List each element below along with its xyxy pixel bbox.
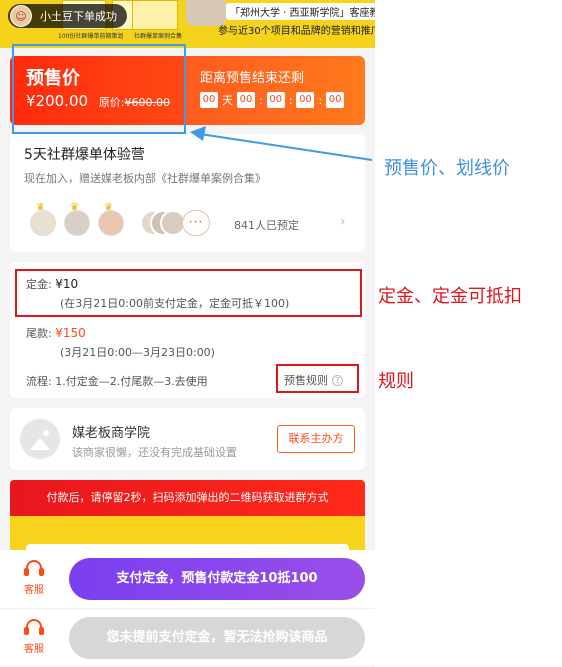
bottom-action-bar-disabled: 客服 您未提前支付定金，暂无法抢购该商品 (0, 608, 375, 666)
merchant-logo-icon (20, 419, 60, 459)
banner-tagline: 「郑州大学 · 西亚斯学院」客座教授 (226, 3, 375, 20)
bottom-action-bar: 客服 支付定金，预售付款定金10抵100 (0, 550, 375, 608)
countdown-sep: : (318, 93, 323, 107)
buyer-avatar (64, 210, 90, 236)
book-caption: 100份社群爆单前期策划 (58, 33, 124, 40)
contact-organizer-button[interactable]: 联系主办方 (277, 425, 355, 453)
customer-service-button[interactable]: 客服 (12, 619, 56, 655)
booked-count[interactable]: 841人已预定 (234, 217, 299, 233)
countdown-sep: : (259, 93, 263, 107)
countdown-title: 距离预售结束还剩 (200, 71, 305, 86)
more-buyers-button[interactable]: ··· (182, 210, 210, 236)
annotation-arrow-icon (190, 126, 373, 161)
countdown-sep: : (288, 93, 293, 107)
balance-note: (3月21日0:00—3月23日0:00) (60, 346, 215, 359)
toast-text: 小土豆下单成功 (40, 10, 117, 23)
countdown-hours: 00 (237, 92, 255, 108)
presale-highlight-box (12, 44, 186, 134)
book-caption: 社群爆单案例合集 (134, 33, 183, 40)
balance-amount: ¥150 (55, 326, 86, 340)
deposit-highlight-box (15, 269, 362, 317)
customer-service-label: 客服 (24, 585, 44, 596)
book-image (132, 0, 178, 30)
customer-service-button[interactable]: 客服 (12, 560, 56, 596)
merchant-name: 媒老板商学院 (72, 426, 151, 441)
rules-highlight-box (276, 364, 359, 393)
chevron-right-icon[interactable]: › (340, 214, 346, 230)
pay-deposit-button[interactable]: 支付定金，预售付款定金10抵100 (69, 558, 365, 600)
countdown-day-unit: 天 (222, 94, 233, 107)
balance-row: 尾款: ¥150 (26, 325, 86, 341)
countdown-days: 00 (200, 92, 218, 108)
buyer-avatar: ☺ (10, 5, 32, 27)
headset-icon (24, 560, 44, 578)
countdown-minutes: 00 (266, 92, 285, 108)
countdown-timer: 00 天 00 : 00 : 00 : 00 (200, 92, 345, 108)
merchant-description: 该商家很懒，还没有完成基础设置 (72, 446, 237, 459)
course-description: 现在加入，赠送媒老板内部《社群爆单案例合集》 (24, 172, 266, 185)
rules-annotation: 规则 (378, 371, 414, 392)
balance-label: 尾款: (26, 327, 52, 340)
buyer-avatar (98, 210, 124, 236)
merchant-card: 媒老板商学院 该商家很懒，还没有完成基础设置 联系主办方 (10, 408, 365, 470)
purchase-disabled-button[interactable]: 您未提前支付定金，暂无法抢购该商品 (69, 617, 365, 659)
deposit-annotation: 定金、定金可抵扣 (378, 286, 522, 307)
course-name: 5天社群爆单体验营 (24, 147, 145, 163)
headset-icon (24, 619, 44, 637)
payment-notice: 付款后，请停留2秒，扫码添加弹出的二维码获取进群方式 (10, 480, 365, 516)
buyer-avatar (30, 210, 56, 236)
customer-service-label: 客服 (24, 644, 44, 655)
flow-text: 流程: 1.付定金—2.付尾款—3.去使用 (26, 375, 208, 388)
countdown-seconds: 00 (296, 92, 315, 108)
order-toast: ☺ 小土豆下单成功 (8, 4, 127, 28)
presale-annotation: 预售价、划线价 (384, 158, 510, 179)
banner-subline: 参与近30个项目和品牌的营销和推广 (218, 26, 375, 37)
countdown-ms: 00 (326, 92, 345, 108)
